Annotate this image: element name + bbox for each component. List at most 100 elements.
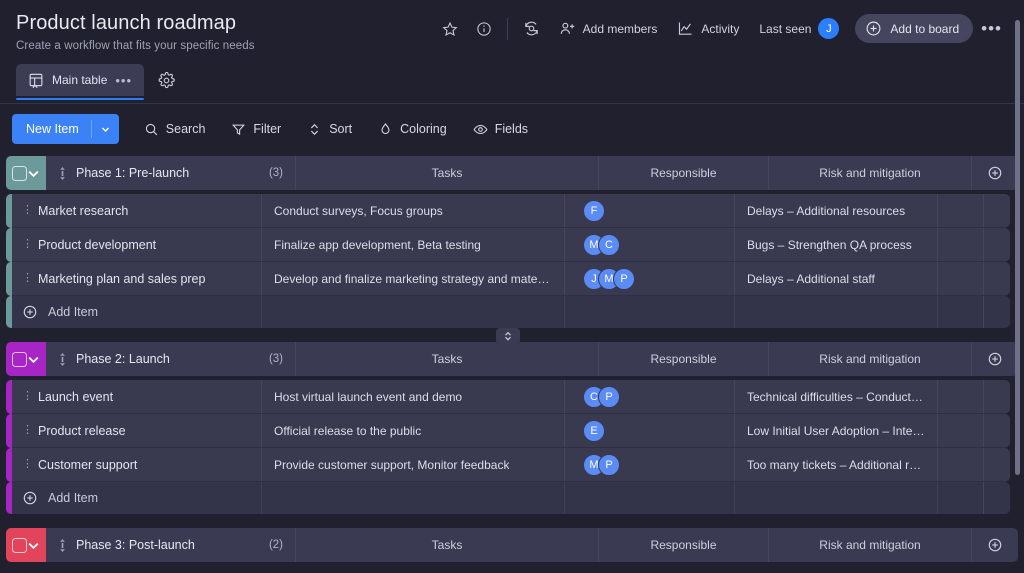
chevron-down-icon[interactable] bbox=[27, 539, 40, 552]
avatar-group[interactable]: E bbox=[577, 420, 605, 442]
table-row[interactable]: ⋮ Marketing plan and sales prep Develop … bbox=[6, 262, 1010, 296]
table-row[interactable]: ⋮ Product development Finalize app devel… bbox=[6, 228, 1010, 262]
kebab-menu-icon[interactable]: ⋮ bbox=[22, 239, 28, 250]
group-select-checkbox[interactable] bbox=[12, 352, 27, 367]
group-name-cell[interactable]: Phase 1: Pre-launch (3) bbox=[46, 156, 296, 190]
row-name-cell[interactable]: ⋮ Launch event bbox=[12, 380, 262, 413]
board-settings-button[interactable] bbox=[154, 68, 179, 93]
column-header-responsible[interactable]: Responsible bbox=[599, 156, 769, 190]
cell-tasks[interactable]: Conduct surveys, Focus groups bbox=[262, 194, 565, 227]
table-row[interactable]: ⋮ Product release Official release to th… bbox=[6, 414, 1010, 448]
add-item-button[interactable]: Add Item bbox=[12, 296, 262, 328]
row-name-cell[interactable]: ⋮ Marketing plan and sales prep bbox=[12, 262, 262, 295]
drag-handle-icon[interactable] bbox=[58, 167, 67, 180]
column-header-tasks[interactable]: Tasks bbox=[296, 342, 599, 376]
cell-responsible[interactable]: F bbox=[565, 194, 735, 227]
tab-more-icon[interactable]: ••• bbox=[115, 73, 132, 88]
add-column-button[interactable] bbox=[972, 156, 1018, 190]
add-item-row[interactable]: Add Item bbox=[6, 296, 1010, 328]
cell-tasks[interactable]: Official release to the public bbox=[262, 414, 565, 447]
drag-handle-icon[interactable] bbox=[58, 539, 67, 552]
cell-tasks[interactable]: Finalize app development, Beta testing bbox=[262, 228, 565, 261]
cell-risk[interactable]: Too many tickets – Additional resourc… bbox=[735, 448, 938, 481]
avatar[interactable]: F bbox=[583, 200, 605, 222]
cell-responsible[interactable]: M P bbox=[565, 448, 735, 481]
avatar[interactable]: C bbox=[598, 234, 620, 256]
cell-responsible[interactable]: J M P bbox=[565, 262, 735, 295]
avatar-group[interactable]: M P bbox=[577, 454, 620, 476]
kebab-menu-icon[interactable]: ⋮ bbox=[22, 425, 28, 436]
cell-risk[interactable]: Delays – Additional staff bbox=[735, 262, 938, 295]
add-item-row[interactable]: Add Item bbox=[6, 482, 1010, 514]
last-seen[interactable]: Last seen J bbox=[749, 12, 849, 45]
info-button[interactable] bbox=[467, 15, 501, 43]
history-button[interactable] bbox=[514, 14, 549, 43]
avatar[interactable]: P bbox=[598, 386, 620, 408]
avatar-group[interactable]: C P bbox=[577, 386, 620, 408]
cell-tasks-text: Official release to the public bbox=[274, 424, 421, 438]
activity-button[interactable]: Activity bbox=[667, 14, 749, 43]
new-item-caret-button[interactable] bbox=[92, 114, 119, 144]
row-name-cell[interactable]: ⋮ Product release bbox=[12, 414, 262, 447]
add-members-button[interactable]: Add members bbox=[549, 14, 668, 43]
cell-tasks[interactable]: Provide customer support, Monitor feedba… bbox=[262, 448, 565, 481]
coloring-button[interactable]: Coloring bbox=[367, 115, 458, 144]
fields-button[interactable]: Fields bbox=[462, 115, 539, 144]
kebab-menu-icon[interactable]: ⋮ bbox=[22, 459, 28, 470]
chevron-down-icon[interactable] bbox=[27, 167, 40, 180]
group-name-cell[interactable]: Phase 3: Post-launch (2) bbox=[46, 528, 296, 562]
cell-responsible[interactable]: M C bbox=[565, 228, 735, 261]
cell-risk[interactable]: Bugs – Strengthen QA process bbox=[735, 228, 938, 261]
table-row[interactable]: ⋮ Launch event Host virtual launch event… bbox=[6, 380, 1010, 414]
table-row[interactable]: ⋮ Customer support Provide customer supp… bbox=[6, 448, 1010, 482]
drag-handle-icon[interactable] bbox=[58, 353, 67, 366]
group-color-pill[interactable] bbox=[6, 528, 46, 562]
column-header-responsible[interactable]: Responsible bbox=[599, 528, 769, 562]
avatar[interactable]: E bbox=[583, 420, 605, 442]
row-name-cell[interactable]: ⋮ Product development bbox=[12, 228, 262, 261]
kebab-menu-icon[interactable]: ⋮ bbox=[22, 273, 28, 284]
group-select-checkbox[interactable] bbox=[12, 166, 27, 181]
row-name-cell[interactable]: ⋮ Market research bbox=[12, 194, 262, 227]
column-header-risk[interactable]: Risk and mitigation bbox=[769, 156, 972, 190]
cell-risk[interactable]: Delays – Additional resources bbox=[735, 194, 938, 227]
cell-responsible[interactable]: E bbox=[565, 414, 735, 447]
column-header-responsible[interactable]: Responsible bbox=[599, 342, 769, 376]
kebab-menu-icon[interactable]: ⋮ bbox=[22, 391, 28, 402]
chevron-down-icon[interactable] bbox=[27, 353, 40, 366]
tab-main-table[interactable]: Main table ••• bbox=[16, 64, 144, 96]
add-column-button[interactable] bbox=[972, 342, 1018, 376]
cell-responsible[interactable]: C P bbox=[565, 380, 735, 413]
table-row[interactable]: ⋮ Market research Conduct surveys, Focus… bbox=[6, 194, 1010, 228]
add-column-button[interactable] bbox=[972, 528, 1018, 562]
avatar[interactable]: P bbox=[598, 454, 620, 476]
group-color-pill[interactable] bbox=[6, 156, 46, 190]
avatar-group[interactable]: J M P bbox=[577, 268, 635, 290]
filter-button[interactable]: Filter bbox=[220, 115, 292, 144]
cell-risk[interactable]: Technical difficulties – Conduct thoro… bbox=[735, 380, 938, 413]
column-header-tasks[interactable]: Tasks bbox=[296, 528, 599, 562]
column-header-risk[interactable]: Risk and mitigation bbox=[769, 342, 972, 376]
avatar[interactable]: J bbox=[818, 18, 839, 39]
favorite-button[interactable] bbox=[433, 15, 467, 43]
sort-button[interactable]: Sort bbox=[296, 115, 363, 144]
row-name-cell[interactable]: ⋮ Customer support bbox=[12, 448, 262, 481]
new-item-button[interactable]: New Item bbox=[12, 114, 119, 144]
column-header-risk[interactable]: Risk and mitigation bbox=[769, 528, 972, 562]
avatar-group[interactable]: F bbox=[577, 200, 605, 222]
avatar[interactable]: P bbox=[613, 268, 635, 290]
add-item-button[interactable]: Add Item bbox=[12, 482, 262, 514]
group-select-checkbox[interactable] bbox=[12, 538, 27, 553]
column-header-tasks[interactable]: Tasks bbox=[296, 156, 599, 190]
board-more-menu-button[interactable]: ••• bbox=[973, 17, 1010, 41]
group-name-cell[interactable]: Phase 2: Launch (3) bbox=[46, 342, 296, 376]
add-to-board-button[interactable]: Add to board bbox=[855, 14, 973, 43]
cell-tasks[interactable]: Develop and finalize marketing strategy … bbox=[262, 262, 565, 295]
avatar-group[interactable]: M C bbox=[577, 234, 620, 256]
vertical-scrollbar[interactable] bbox=[1015, 20, 1020, 475]
search-button[interactable]: Search bbox=[133, 115, 217, 144]
cell-tasks[interactable]: Host virtual launch event and demo bbox=[262, 380, 565, 413]
group-color-pill[interactable] bbox=[6, 342, 46, 376]
cell-risk[interactable]: Low Initial User Adoption – Intensify … bbox=[735, 414, 938, 447]
kebab-menu-icon[interactable]: ⋮ bbox=[22, 205, 28, 216]
